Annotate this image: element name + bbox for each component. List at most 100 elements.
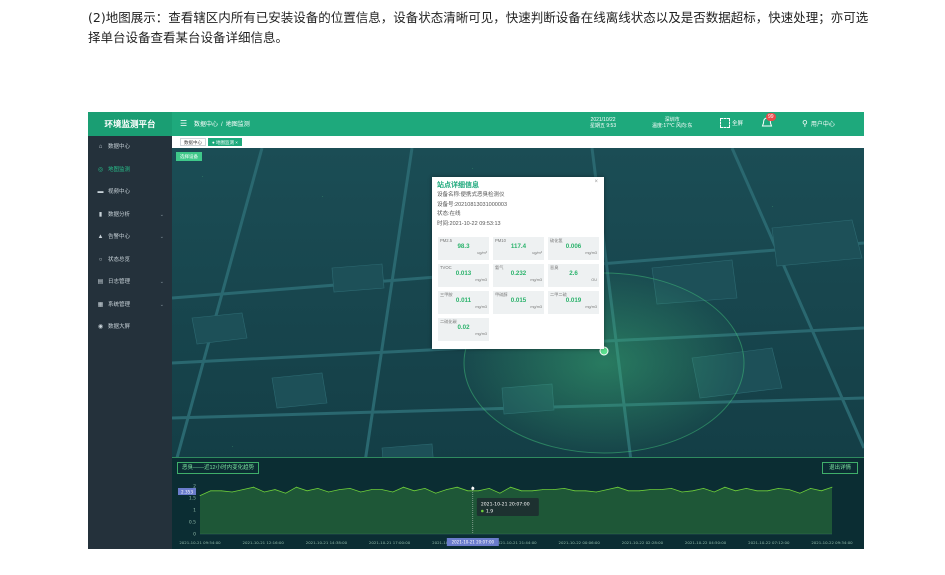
- data-point: [638, 490, 640, 492]
- data-point: [445, 489, 447, 490]
- select-device-button[interactable]: 选择设备: [176, 152, 202, 161]
- data-point: [831, 486, 833, 488]
- sidebar-item-label: 系统管理: [108, 301, 131, 308]
- data-point: [520, 490, 522, 492]
- tab-map-monitor[interactable]: ● 地图监测 ×: [208, 138, 242, 146]
- sensor-unit: mg/m3: [475, 305, 487, 309]
- user-icon: ⚲: [802, 119, 808, 128]
- sensor-unit: mg/m3: [475, 332, 487, 336]
- sidebar-item[interactable]: ▮ 数据分析 ⌄: [88, 204, 172, 227]
- sidebar-item-label: 数据大屏: [108, 324, 131, 330]
- data-point: [488, 488, 490, 489]
- x-tick-label: 2021-10-21 09:54:00: [179, 540, 221, 545]
- app-screenshot: 环境监测平台 ☰ 数据中心 / 地图监测 2021/10/22 星期五 9:53 深…: [88, 112, 864, 549]
- sensor-card: 甲硫醇 0.015 mg/m3: [493, 291, 544, 314]
- popup-title: 站点详细信息: [437, 182, 479, 189]
- sidebar-item[interactable]: ▦ 系统管理 ⌄: [88, 294, 172, 317]
- data-point: [360, 491, 362, 493]
- data-point: [328, 491, 329, 493]
- data-point: [210, 490, 212, 492]
- intro-paragraph: (2)地图展示：查看辖区内所有已安装设备的位置信息，设备状态清晰可见，快速判断设…: [88, 10, 869, 45]
- data-point: [820, 490, 822, 492]
- data-point: [553, 489, 554, 490]
- sidebar-item-label: 状态总览: [108, 256, 131, 263]
- data-point: [338, 489, 340, 490]
- sidebar-item[interactable]: ○ 状态总览: [88, 249, 172, 272]
- sidebar-item-label: 视频中心: [108, 189, 131, 195]
- data-point: [745, 488, 747, 489]
- sensor-unit: mg/m3: [530, 305, 542, 309]
- tooltip-dot: [481, 509, 484, 513]
- sensor-card: PM10 117.4 ug/m³: [493, 237, 544, 260]
- data-point: [713, 491, 715, 493]
- menu-toggle-icon[interactable]: ☰: [180, 119, 187, 128]
- sidebar-item[interactable]: ◎ 地图监测: [88, 159, 172, 182]
- weather-text: 温度:17℃ 风向:东: [652, 123, 693, 129]
- close-icon[interactable]: ×: [594, 179, 598, 185]
- data-point: [231, 491, 233, 493]
- sensor-unit: mg/m3: [475, 278, 487, 282]
- data-point: [242, 489, 244, 490]
- y-tick-label: 1.5: [189, 496, 196, 502]
- svg-text:·: ·: [202, 174, 203, 179]
- station-detail-popup: × 站点详细信息 设备名称:便携式恶臭检测仪 设备号:2021081303100…: [432, 177, 604, 349]
- data-point: [403, 486, 404, 488]
- sensor-card: TVOC 0.013 mg/m3: [438, 264, 489, 287]
- data-point: [788, 489, 790, 490]
- data-point: [692, 490, 694, 492]
- map-pin-icon: ◎: [97, 166, 104, 173]
- trend-title: 恶臭——近12小时内变化趋势: [177, 462, 260, 474]
- sidebar-item-label: 日志管理: [108, 279, 131, 285]
- sidebar-item[interactable]: ⌂ 数据中心: [88, 136, 172, 159]
- sensor-value: 0.02: [457, 324, 470, 331]
- trend-panel: 恶臭——近12小时内变化趋势 退出详情 2 1.5 1 0.5 0 2.353 2021-1…: [172, 457, 864, 549]
- fullscreen-icon: [720, 118, 730, 128]
- fullscreen-button[interactable]: 全屏: [720, 118, 743, 128]
- data-point: [799, 492, 801, 494]
- sensor-value: 0.013: [455, 270, 472, 277]
- sidebar-item-label: 数据分析: [108, 211, 131, 218]
- data-point: [317, 488, 319, 489]
- sidebar-item[interactable]: ▤ 日志管理 ⌄: [88, 271, 172, 294]
- breadcrumb-item[interactable]: 数据中心: [194, 122, 218, 128]
- sidebar: ⌂ 数据中心 ◎ 地图监测 ▬ 视频中心 ▮ 数据分析 ⌄ ▲ 告警中心 ⌄ ○ 状态总览 ▤ 日志管理 ⌄ ▦ 系…: [88, 136, 172, 549]
- y-tick-label: 1: [193, 508, 196, 514]
- data-point: [628, 490, 629, 492]
- x-tick-label: 2021-10-21 17:00:00: [369, 540, 411, 545]
- tab-data-center[interactable]: 数据中心: [180, 138, 206, 146]
- sensor-value: 0.011: [455, 297, 472, 304]
- data-point: [349, 488, 351, 489]
- sensor-unit: mg/m3: [530, 278, 542, 282]
- sensor-unit: mg/m3: [585, 305, 597, 309]
- svg-text:·: ·: [232, 444, 233, 449]
- exit-detail-button[interactable]: 退出详情: [821, 462, 858, 474]
- gear-icon: ▦: [97, 301, 104, 308]
- data-point: [563, 488, 565, 489]
- y-tick-label: 0.5: [189, 520, 196, 526]
- user-center-button[interactable]: ⚲ 用户中心: [802, 119, 835, 128]
- sidebar-item[interactable]: ◉ 数据大屏: [88, 316, 172, 339]
- x-tick-label: 2021-10-22 07:12:00: [748, 540, 790, 545]
- brand-title: 环境监测平台: [88, 112, 172, 136]
- data-point: [392, 491, 394, 493]
- data-point: [810, 488, 811, 489]
- x-tick-label: 2021-10-22 09:34:00: [811, 540, 853, 545]
- data-point: [703, 488, 704, 489]
- data-point: [649, 489, 651, 490]
- data-point: [435, 492, 437, 494]
- trend-chart[interactable]: 21.510.502.3532021-10-21 09:54:00 2021-10…: [172, 480, 864, 549]
- data-point: [221, 490, 222, 492]
- data-point: [510, 486, 512, 488]
- data-point: [456, 486, 458, 488]
- sidebar-item-label: 告警中心: [108, 234, 131, 240]
- sensor-value: 2.6: [569, 270, 578, 277]
- data-point: [285, 492, 287, 494]
- sidebar-item[interactable]: ▲ 告警中心 ⌄: [88, 226, 172, 249]
- data-point: [199, 495, 201, 496]
- sidebar-item[interactable]: ▬ 视频中心: [88, 181, 172, 204]
- data-point: [478, 490, 479, 492]
- device-name: 设备名称:便携式恶臭检测仪: [437, 192, 505, 198]
- chevron-down-icon: ⌄: [159, 234, 164, 240]
- x-tick-label: 2021-10-21 12:16:00: [243, 540, 285, 545]
- sensor-card: PM2.5 98.3 ug/m³: [438, 237, 489, 260]
